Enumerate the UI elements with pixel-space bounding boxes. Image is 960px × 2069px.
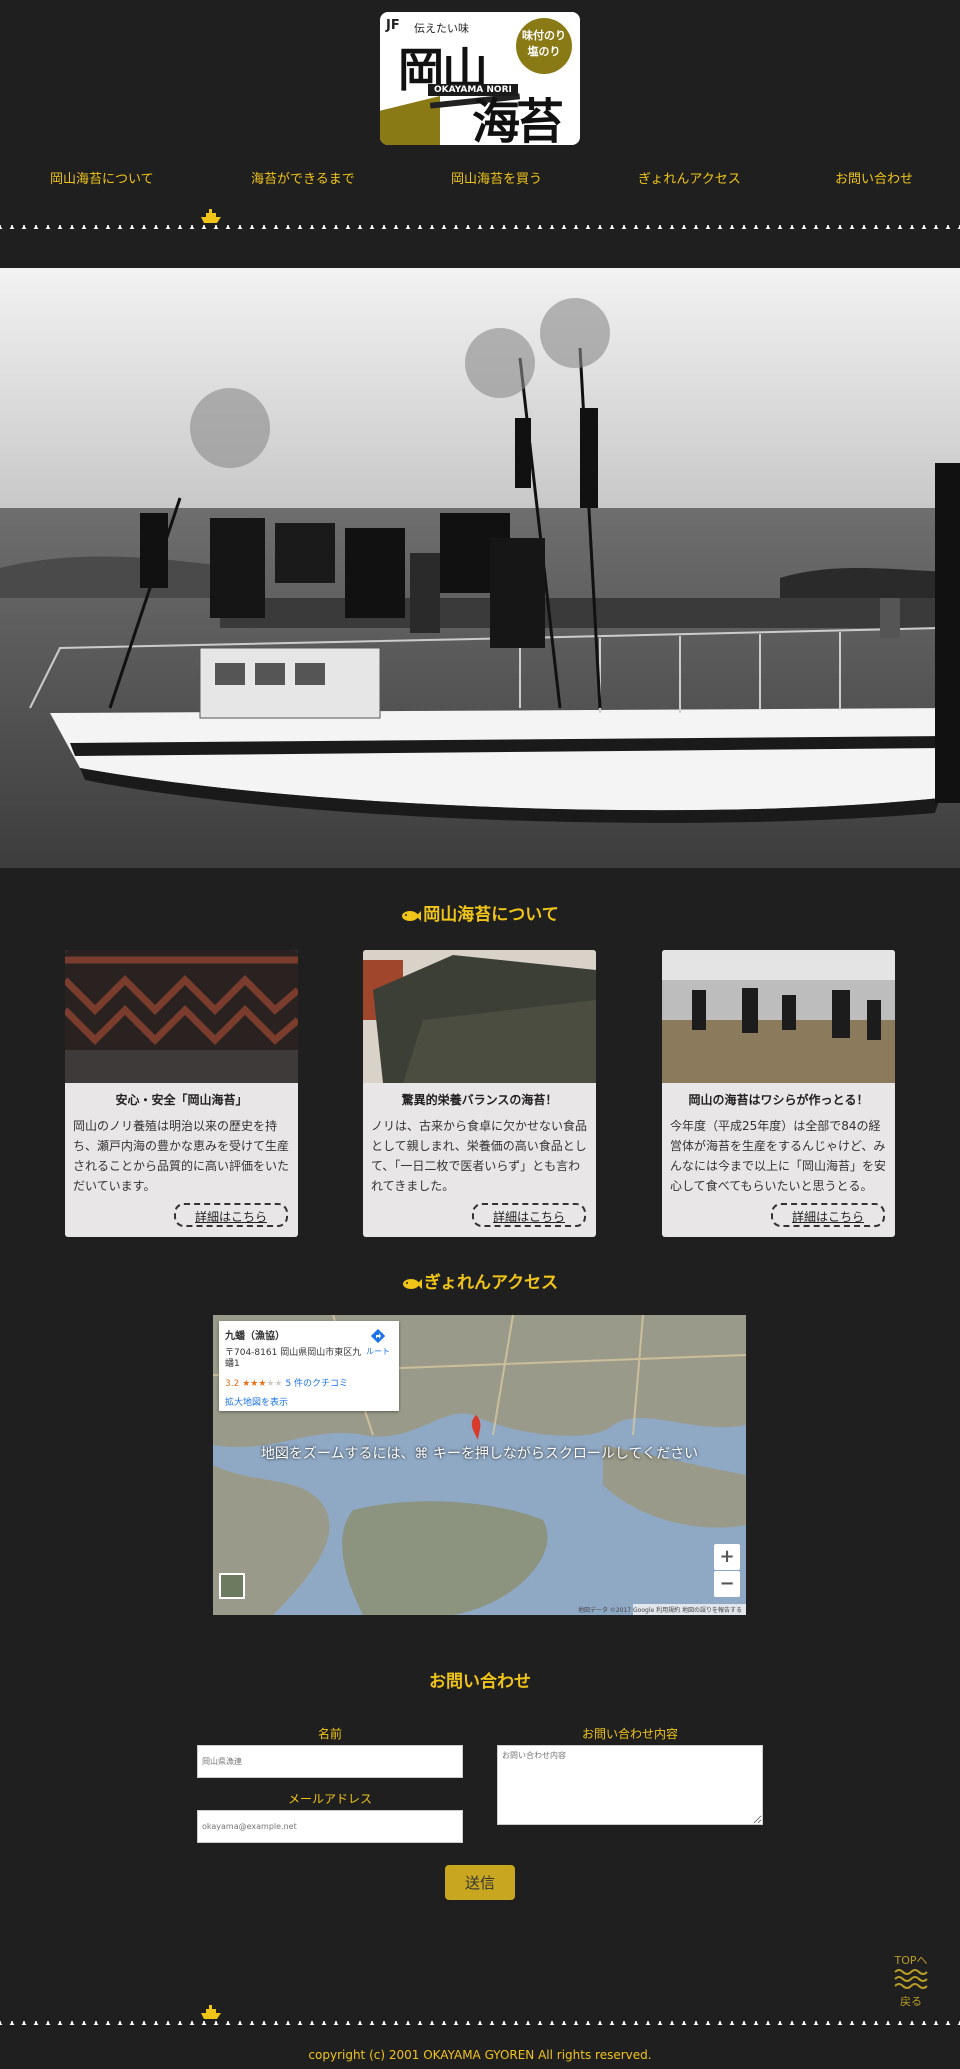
map-info-window: 九蟠（漁協） 〒704-8161 岡山県岡山市東区九蟠1 3.2 ★★★★★ 5… — [219, 1321, 399, 1411]
access-heading-text: ぎょれんアクセス — [423, 1273, 559, 1293]
logo-badge-line2: 塩のり — [527, 45, 561, 58]
map-reviews-link[interactable]: 5 件のクチコミ — [285, 1379, 348, 1389]
site-logo[interactable]: JF 伝えたい味 岡山 OKAYAMA NORI 海苔 味付のり 塩のり — [380, 12, 580, 145]
totop-label-2: 戻る — [900, 1995, 922, 2008]
card-image-nori-sheet — [363, 950, 596, 1083]
details-link[interactable]: 詳細はこちら — [771, 1203, 885, 1227]
card-title: 驚異的栄養バランスの海苔！ — [401, 1093, 558, 1107]
card-title: 岡山の海苔はワシらが作っとる！ — [688, 1093, 869, 1107]
hero-image — [0, 268, 960, 868]
nav-item-about[interactable]: 岡山海苔について — [50, 168, 154, 187]
details-link[interactable]: 詳細はこちら — [174, 1203, 288, 1227]
card-image-nets — [65, 950, 298, 1083]
access-heading: ぎょれんアクセス — [0, 1268, 960, 1293]
google-map[interactable]: 九蟠（漁協） 〒704-8161 岡山県岡山市東区九蟠1 3.2 ★★★★★ 5… — [213, 1315, 746, 1615]
directions-icon — [370, 1328, 386, 1344]
submit-button[interactable]: 送信 — [445, 1865, 515, 1900]
card-text: 岡山のノリ養殖は明治以来の歴史を持ち、瀬戸内海の豊かな恵みを受けて生産されること… — [73, 1119, 290, 1193]
fish-icon — [402, 910, 422, 921]
name-field[interactable] — [197, 1745, 463, 1778]
footer-copyright: copyright (c) 2001 OKAYAMA GYOREN All ri… — [308, 2048, 652, 2062]
nav-item-process[interactable]: 海苔ができるまで — [251, 168, 355, 187]
map-attribution: 地図データ ©2017 Google 利用規約 地図の誤りを報告する — [577, 1607, 742, 1614]
footer-wave-divider — [0, 2015, 960, 2029]
zoom-out-button[interactable]: − — [714, 1571, 740, 1597]
about-heading-text: 岡山海苔について — [423, 905, 559, 925]
map-route-button[interactable]: ルート — [363, 1328, 393, 1357]
map-larger-link[interactable]: 拡大地図を表示 — [225, 1395, 393, 1408]
fish-icon — [402, 1278, 422, 1289]
card-title: 安心・安全「岡山海苔」 — [115, 1093, 248, 1107]
card-text: ノリは、古来から食卓に欠かせない食品として親しまれ、栄養価の高い食品として、「一… — [371, 1119, 588, 1193]
about-card-producers: 岡山の海苔はワシらが作っとる！ 今年度（平成25年度）は全部で84の経営体が海苔… — [662, 950, 895, 1237]
totop-label-1: TOPへ — [894, 1954, 928, 1967]
about-card-nutrition: 驚異的栄養バランスの海苔！ ノリは、古来から食卓に欠かせない食品として親しまれ、… — [363, 950, 596, 1237]
name-label: 名前 — [317, 1727, 342, 1741]
message-field[interactable] — [497, 1745, 763, 1825]
card-text: 今年度（平成25年度）は全部で84の経営体が海苔を生産をするんじゃけど、みんなに… — [670, 1119, 887, 1193]
card-image-market — [662, 950, 895, 1083]
message-label: お問い合わせ内容 — [581, 1727, 678, 1741]
logo-jf-mark: JF — [386, 18, 400, 33]
wave-icon — [894, 1969, 928, 1989]
map-rating: 3.2 — [225, 1379, 240, 1389]
back-to-top-button[interactable]: TOPへ 戻る — [892, 1952, 930, 2010]
rating-stars-icon: ★★★ — [242, 1379, 267, 1389]
nav-item-contact[interactable]: お問い合わせ — [835, 168, 913, 187]
about-card-safety: 安心・安全「岡山海苔」 岡山のノリ養殖は明治以来の歴史を持ち、瀬戸内海の豊かな恵… — [65, 950, 298, 1237]
map-route-label: ルート — [366, 1347, 390, 1356]
map-address: 〒704-8161 岡山県岡山市東区九蟠1 — [225, 1348, 362, 1369]
nav-item-buy[interactable]: 岡山海苔を買う — [451, 168, 542, 187]
header-wave-divider — [0, 219, 960, 233]
contact-heading: お問い合わせ — [429, 1672, 531, 1692]
nav-item-access[interactable]: ぎょれんアクセス — [638, 168, 741, 187]
email-label: メールアドレス — [287, 1792, 372, 1806]
logo-badge-line1: 味付のり — [522, 29, 566, 42]
logo-badge: 味付のり 塩のり — [516, 18, 572, 74]
email-field[interactable] — [197, 1810, 463, 1843]
boat-photo — [0, 268, 960, 868]
zoom-in-button[interactable]: + — [714, 1544, 740, 1570]
map-scroll-hint: 地図をズームするには、⌘ キーを押しながらスクロールしてください — [260, 1446, 699, 1462]
satellite-toggle[interactable] — [219, 1573, 245, 1599]
about-heading: 岡山海苔について — [0, 900, 960, 925]
logo-title-2: 海苔 — [472, 94, 564, 145]
details-link[interactable]: 詳細はこちら — [472, 1203, 586, 1227]
main-nav: 岡山海苔について 海苔ができるまで 岡山海苔を買う ぎょれんアクセス お問い合わ… — [0, 168, 960, 192]
